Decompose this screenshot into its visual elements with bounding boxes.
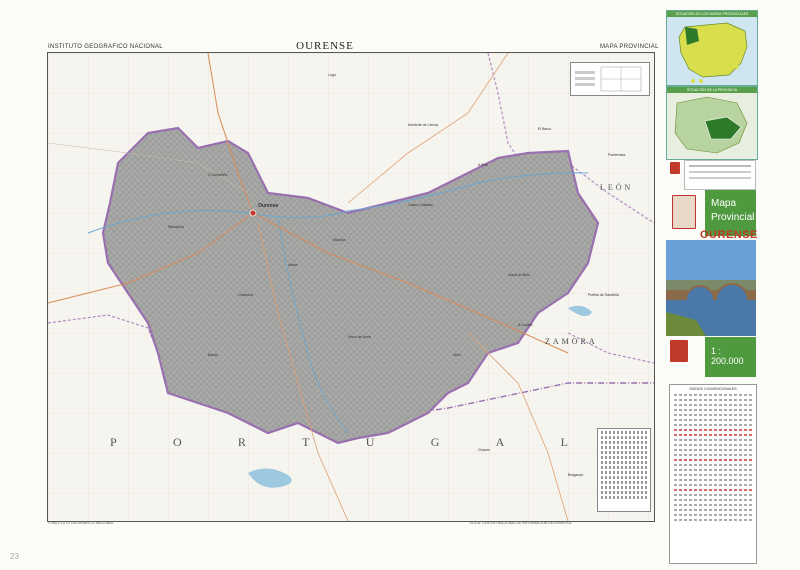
coat-of-arms-icon: [672, 195, 696, 229]
scale-panel: 1 : 200.000: [705, 337, 756, 377]
map-canvas: [48, 53, 654, 521]
place-label[interactable]: El Barco: [538, 127, 551, 131]
place-label[interactable]: A Gudiña: [518, 323, 532, 327]
place-label[interactable]: Ourense: [258, 203, 278, 209]
letter: T: [302, 435, 312, 449]
index-grid: [575, 66, 642, 92]
cover-photo-bridge: [666, 240, 756, 336]
place-label[interactable]: Puebla de Sanabria: [588, 293, 619, 297]
place-label[interactable]: Ponferrada: [608, 153, 625, 157]
letter: A: [495, 435, 507, 449]
place-label[interactable]: Celanova: [238, 293, 253, 297]
legend-title: SIGNOS CONVENCIONALES: [689, 387, 737, 391]
ministry-logo: [670, 162, 680, 174]
letter: G: [430, 435, 442, 449]
edition-note: EDITA: CENTRO NACIONAL DE INFORMACION GE…: [470, 521, 572, 525]
scale-label: 1 : 200.000: [711, 346, 744, 366]
place-label[interactable]: O Carballiño: [208, 173, 227, 177]
place-label[interactable]: Bragança: [568, 473, 583, 477]
series-line2: Provincial: [711, 212, 755, 223]
letter: U: [365, 435, 377, 449]
publisher-info-box: [684, 160, 756, 190]
letter: L: [560, 435, 570, 449]
index-sheet-box: [570, 62, 650, 96]
place-label[interactable]: A Rúa: [478, 163, 488, 167]
spain-index-map: SITUACIÓN DE LOS MAPAS PROVINCIALES: [666, 10, 758, 86]
country-label-portugal: P O R T U G A L: [110, 435, 570, 450]
province-label-leon: LEÓN: [600, 183, 634, 192]
place-label[interactable]: Monforte de Lemos: [408, 123, 438, 127]
map-title: OURENSE: [296, 40, 354, 52]
letter: O: [172, 435, 184, 449]
place-label[interactable]: Bande: [208, 353, 218, 357]
bridge-photo: [666, 240, 756, 336]
series-line1: Mapa: [711, 198, 737, 209]
place-label[interactable]: Maceda: [333, 238, 345, 242]
place-label[interactable]: Ribadavia: [168, 225, 184, 229]
municipality-index-table: [597, 428, 651, 512]
place-label[interactable]: Xinzo de Limia: [348, 335, 371, 339]
sheet-stamp: 23: [10, 552, 19, 561]
place-label[interactable]: Viana do Bolo: [508, 273, 530, 277]
galicia-outline: [674, 96, 748, 154]
place-label[interactable]: Lugo: [328, 73, 336, 77]
map-sheet: INSTITUTO GEOGRAFICO NACIONAL OURENSE MA…: [0, 0, 800, 570]
series-label: MAPA PROVINCIAL: [600, 44, 659, 50]
letter: R: [237, 435, 248, 449]
capital-marker[interactable]: [249, 209, 257, 217]
province-label-zamora: ZAMORA: [545, 337, 598, 346]
spain-outline: [678, 22, 748, 83]
copyright-note: © INSTITUTO GEOGRAFICO NACIONAL: [48, 521, 114, 525]
map-viewport[interactable]: Ourense El Barco Verín Xinzo de Limia O …: [47, 52, 655, 522]
letter: P: [110, 435, 119, 449]
province-location-map: SITUACIÓN DE LA PROVINCIA: [666, 86, 758, 160]
place-label[interactable]: Verín: [453, 353, 461, 357]
place-label[interactable]: Castro Caldelas: [408, 203, 433, 207]
legend-panel: SIGNOS CONVENCIONALES: [669, 384, 757, 564]
place-label[interactable]: Allariz: [288, 263, 298, 267]
ign-logo: [670, 340, 688, 362]
